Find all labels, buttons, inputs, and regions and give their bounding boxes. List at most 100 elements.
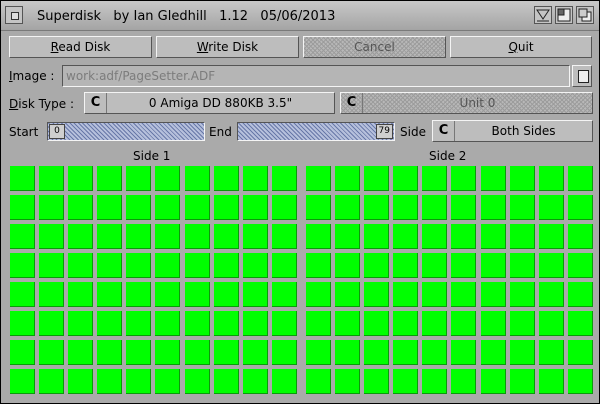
disk-type-cycle[interactable]: C 0 Amiga DD 880KB 3.5" (84, 92, 335, 114)
track-cell (68, 340, 94, 365)
track-cell (567, 253, 593, 278)
track-cell (335, 195, 361, 220)
file-requester-icon[interactable] (572, 65, 592, 87)
track-cell (538, 253, 564, 278)
track-cell (393, 195, 419, 220)
track-cell (184, 282, 210, 307)
cycle-icon: C (85, 93, 107, 113)
zoom-icon[interactable] (555, 6, 573, 24)
track-cell (184, 195, 210, 220)
track-cell (538, 340, 564, 365)
track-cell (509, 195, 535, 220)
track-cell (335, 253, 361, 278)
track-cell (126, 166, 152, 191)
track-cell (155, 224, 181, 249)
iconify-icon[interactable] (576, 6, 594, 24)
side-1-title: Side 1 (133, 149, 171, 163)
track-cell (213, 340, 239, 365)
track-cell (271, 166, 297, 191)
track-cell (306, 282, 331, 307)
side-2-track-grid (306, 166, 593, 394)
track-cell (364, 311, 390, 336)
track-cell (567, 224, 593, 249)
track-cell (126, 195, 152, 220)
track-cell (422, 224, 448, 249)
track-cell (306, 195, 331, 220)
track-cell (567, 369, 593, 394)
track-cell (271, 224, 297, 249)
track-cell (242, 311, 268, 336)
image-label: Image : (9, 69, 54, 83)
disk-type-hotkey: D (9, 97, 19, 111)
track-cell (39, 340, 65, 365)
track-cell (480, 166, 506, 191)
track-cell (393, 340, 419, 365)
track-cell (335, 340, 361, 365)
track-cell (68, 253, 94, 278)
read-disk-button[interactable]: Read Disk (9, 36, 152, 58)
end-slider[interactable]: 79 (237, 122, 395, 141)
track-cell (68, 369, 94, 394)
track-cell (126, 253, 152, 278)
track-cell (538, 282, 564, 307)
track-cell (480, 253, 506, 278)
track-cell (451, 224, 477, 249)
track-cell (509, 340, 535, 365)
track-cell (155, 166, 181, 191)
track-cell (155, 282, 181, 307)
track-cell (10, 166, 35, 191)
track-cell (271, 311, 297, 336)
track-cell (451, 369, 477, 394)
track-cell (393, 369, 419, 394)
track-cell (451, 253, 477, 278)
quit-label: uit (517, 40, 534, 54)
track-cell (509, 282, 535, 307)
track-cell (480, 195, 506, 220)
track-cell (126, 369, 152, 394)
end-slider-knob[interactable]: 79 (375, 124, 393, 139)
track-cell (480, 282, 506, 307)
track-cell (422, 340, 448, 365)
cancel-button[interactable]: Cancel (303, 36, 446, 58)
track-cell (306, 311, 331, 336)
track-cell (567, 311, 593, 336)
track-cell (68, 166, 94, 191)
unit-cycle[interactable]: C Unit 0 (340, 92, 593, 114)
track-cell (39, 195, 65, 220)
track-cell (509, 369, 535, 394)
track-cell (509, 311, 535, 336)
image-path-field[interactable]: work:adf/PageSetter.ADF (62, 65, 570, 87)
track-cell (68, 311, 94, 336)
track-cell (451, 166, 477, 191)
track-cell (184, 311, 210, 336)
image-label-text: mage : (12, 69, 55, 83)
start-slider[interactable]: 0 (47, 122, 205, 141)
track-cell (68, 224, 94, 249)
track-cell (213, 253, 239, 278)
track-cell (480, 340, 506, 365)
side-cycle[interactable]: C Both Sides (432, 120, 593, 142)
track-cell (306, 253, 331, 278)
disk-type-label: Disk Type : (9, 97, 74, 111)
track-cell (213, 224, 239, 249)
side-1-track-grid (10, 166, 297, 394)
title-bar[interactable]: Superdisk by Ian Gledhill 1.12 05/06/201… (1, 1, 599, 31)
track-cell (306, 224, 331, 249)
read-disk-label: ead Disk (58, 40, 111, 54)
depth-icon[interactable] (534, 6, 552, 24)
track-cell (393, 166, 419, 191)
track-cell (155, 369, 181, 394)
track-cell (39, 311, 65, 336)
track-cell (422, 282, 448, 307)
track-cell (422, 369, 448, 394)
write-disk-button[interactable]: Write Disk (156, 36, 299, 58)
track-cell (242, 224, 268, 249)
start-slider-knob[interactable]: 0 (49, 124, 65, 139)
track-cell (335, 282, 361, 307)
quit-button[interactable]: Quit (450, 36, 592, 58)
close-icon[interactable] (5, 6, 23, 24)
track-cell (97, 340, 123, 365)
track-cell (39, 166, 65, 191)
track-cell (538, 195, 564, 220)
track-cell (509, 166, 535, 191)
